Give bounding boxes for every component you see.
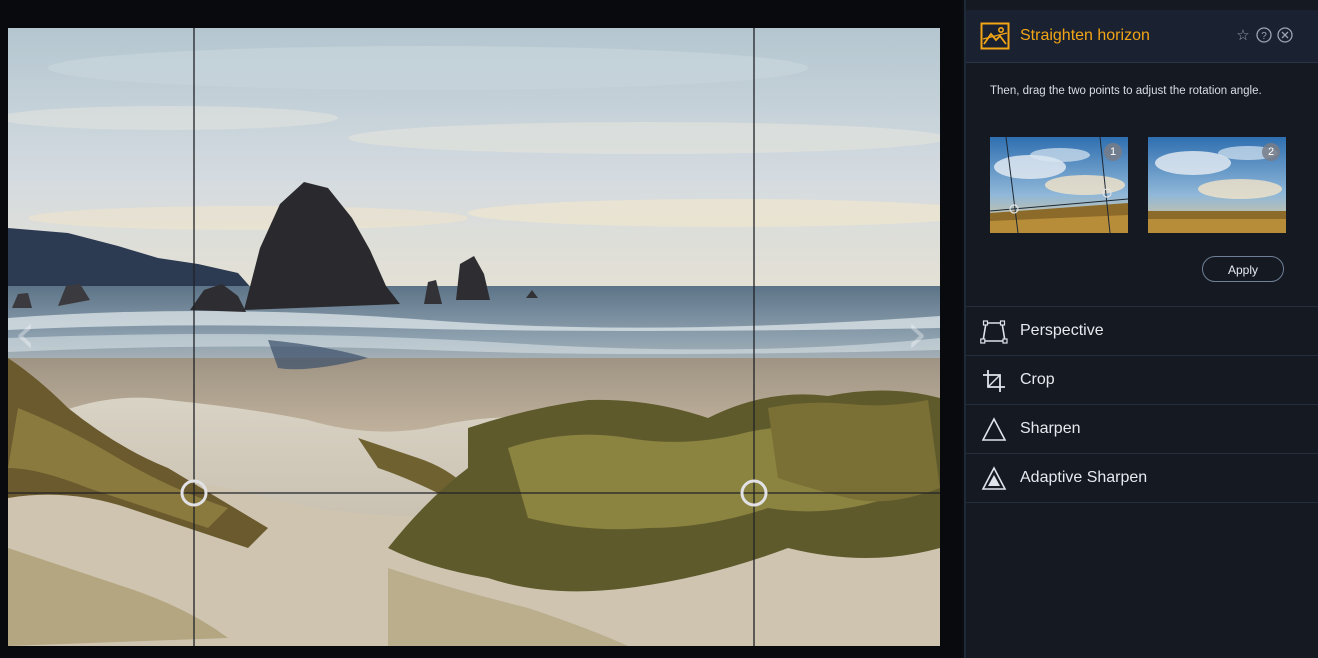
apply-button[interactable]: Apply bbox=[1202, 256, 1284, 282]
instruction-text: Then, drag the two points to adjust the … bbox=[990, 85, 1262, 97]
svg-text:?: ? bbox=[1261, 31, 1267, 42]
tool-adaptive-sharpen[interactable]: Adaptive Sharpen bbox=[966, 453, 1318, 503]
chevron-left-icon[interactable]: ‹ bbox=[10, 306, 40, 366]
tool-label: Crop bbox=[1020, 371, 1055, 388]
tool-label: Adaptive Sharpen bbox=[1020, 469, 1148, 486]
image-canvas: ‹ › bbox=[0, 0, 962, 658]
tool-panel: Straighten horizon ☆ ? Then, drag the tw… bbox=[964, 0, 1318, 658]
example-badge-1: 1 bbox=[1104, 143, 1122, 161]
horizon-image-icon bbox=[980, 22, 1010, 50]
help-icon[interactable]: ? bbox=[1255, 26, 1273, 44]
crop-icon bbox=[983, 370, 1005, 392]
star-icon[interactable]: ☆ bbox=[1234, 26, 1252, 44]
chevron-right-icon[interactable]: › bbox=[902, 306, 932, 366]
close-icon[interactable] bbox=[1276, 26, 1294, 44]
photo-scene bbox=[8, 28, 940, 646]
tool-perspective[interactable]: Perspective bbox=[966, 306, 1318, 355]
tool-sharpen[interactable]: Sharpen bbox=[966, 404, 1318, 453]
perspective-icon bbox=[980, 320, 1008, 344]
example-image-after: 2 bbox=[1148, 137, 1286, 233]
tool-crop[interactable]: Crop bbox=[966, 355, 1318, 404]
sharpen-icon bbox=[981, 417, 1007, 441]
example-image-before: 1 bbox=[990, 137, 1128, 233]
panel-title: Straighten horizon bbox=[1020, 27, 1150, 44]
adaptive-sharpen-icon bbox=[981, 466, 1007, 490]
straighten-horizon-header[interactable]: Straighten horizon ☆ ? bbox=[966, 10, 1318, 63]
tool-label: Perspective bbox=[1020, 322, 1104, 339]
beach-photo bbox=[8, 28, 940, 646]
tool-label: Sharpen bbox=[1020, 420, 1081, 437]
example-badge-2: 2 bbox=[1262, 143, 1280, 161]
